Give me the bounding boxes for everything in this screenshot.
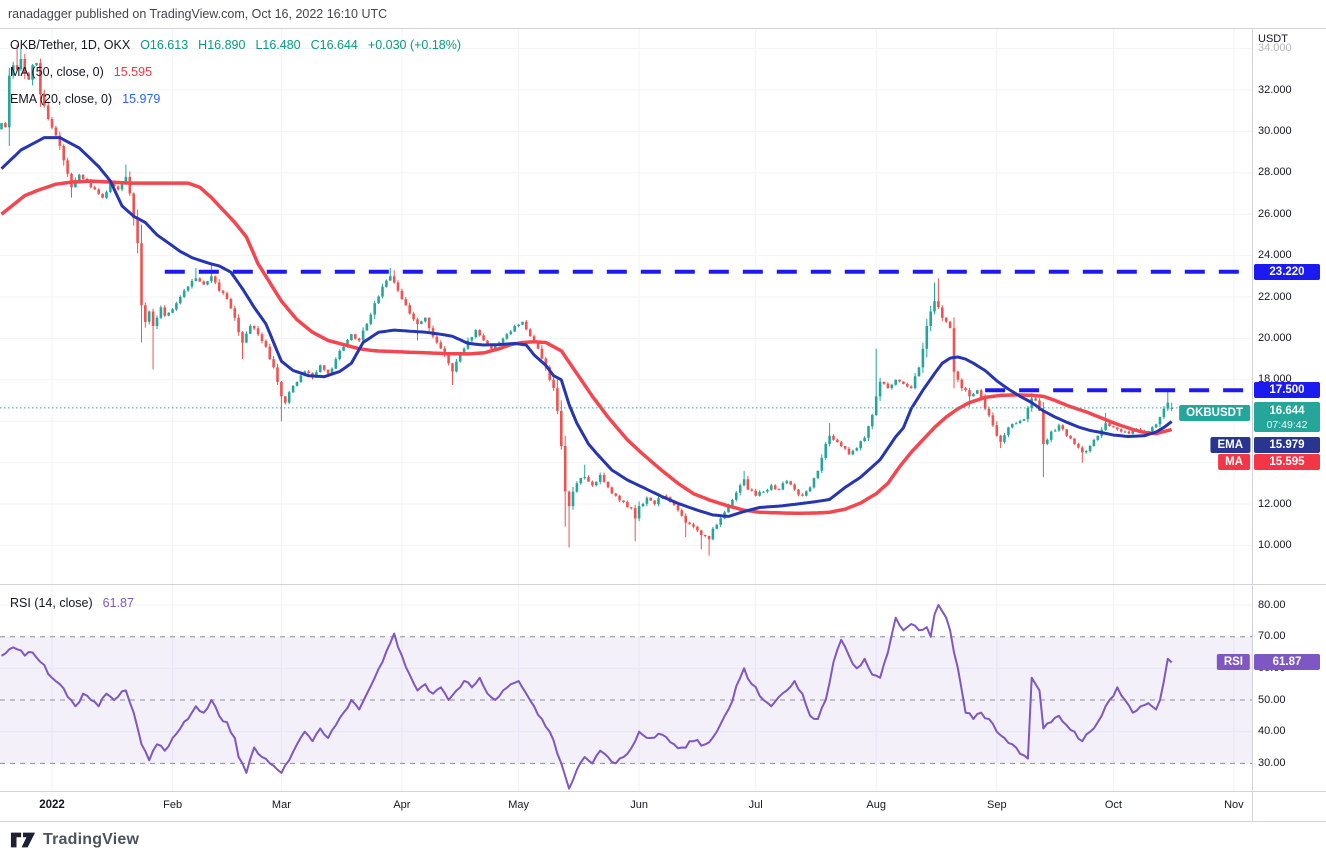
symbol-title: OKB/Tether, 1D, OKX: [10, 38, 130, 52]
ohlc-open: O16.613: [140, 38, 188, 52]
price-tick: 26.000: [1258, 208, 1292, 221]
rsi-name-tag: RSI: [1217, 654, 1250, 670]
symbol-legend[interactable]: OKB/Tether, 1D, OKX O16.613 H16.890 L16.480…: [10, 38, 461, 52]
price-tick: 22.000: [1258, 291, 1292, 304]
resistance-price-tag-17500: 17.500: [1254, 382, 1320, 398]
rsi-label: RSI (14, close): [10, 596, 93, 610]
ma-label: MA (50, close, 0): [10, 65, 104, 79]
price-tick: 32.000: [1258, 84, 1292, 97]
time-tick-Mar: Mar: [272, 799, 291, 811]
time-tick-Oct: Oct: [1105, 799, 1122, 811]
ohlc-low: L16.480: [255, 38, 300, 52]
time-tick-May: May: [508, 799, 529, 811]
price-tick: 28.000: [1258, 166, 1292, 179]
tradingview-published-chart: ranadagger published on TradingView.com,…: [0, 0, 1326, 857]
price-tick: 12.000: [1258, 498, 1292, 511]
ma-price-tag: 15.595: [1254, 454, 1320, 470]
resistance-price-tag-23220: 23.220: [1254, 264, 1320, 280]
ema-value: 15.979: [122, 92, 160, 106]
rsi-tick: 40.00: [1258, 725, 1286, 738]
rsi-tick: 30.00: [1258, 757, 1286, 770]
time-tick-2022: 2022: [39, 799, 65, 811]
symbol-name-tag: OKBUSDT: [1179, 405, 1250, 421]
price-tick: 24.000: [1258, 249, 1292, 262]
ma50-line[interactable]: [2, 181, 1172, 513]
footer: TradingView: [10, 828, 139, 852]
current-price-tag: 16.644 07:49:42: [1254, 402, 1320, 432]
rsi-value-tag: 61.87: [1254, 654, 1320, 670]
current-price-value: 16.644: [1269, 405, 1304, 417]
time-tick-Apr: Apr: [393, 799, 410, 811]
price-tick: 30.000: [1258, 125, 1292, 138]
tradingview-logo-icon[interactable]: [10, 829, 36, 851]
time-tick-Aug: Aug: [866, 799, 886, 811]
rsi-legend[interactable]: RSI (14, close) 61.87: [10, 596, 134, 610]
ema-name-tag: EMA: [1210, 437, 1250, 453]
brand-wordmark[interactable]: TradingView: [43, 831, 139, 849]
time-tick-Jun: Jun: [630, 799, 648, 811]
ema-price-tag: 15.979: [1254, 437, 1320, 453]
price-tick: 10.000: [1258, 539, 1292, 552]
ema20-line[interactable]: [2, 138, 1172, 517]
time-tick-Nov: Nov: [1224, 799, 1244, 811]
ohlc-high: H16.890: [198, 38, 245, 52]
time-tick-Jul: Jul: [749, 799, 763, 811]
ema-label: EMA (20, close, 0): [10, 92, 112, 106]
price-tick: 34.000: [1258, 42, 1292, 55]
chart-canvas[interactable]: [0, 0, 1326, 857]
price-tick: 20.000: [1258, 332, 1292, 345]
change-value: +0.030 (+0.18%): [368, 38, 461, 52]
rsi-tick: 50.00: [1258, 694, 1286, 707]
rsi-tick: 70.00: [1258, 630, 1286, 643]
rsi-tick: 80.00: [1258, 599, 1286, 612]
ema-legend[interactable]: EMA (20, close, 0) 15.979: [10, 92, 160, 106]
rsi-value: 61.87: [103, 596, 134, 610]
time-tick-Feb: Feb: [163, 799, 182, 811]
time-tick-Sep: Sep: [987, 799, 1007, 811]
ma-legend[interactable]: MA (50, close, 0) 15.595: [10, 65, 152, 79]
ohlc-close: C16.644: [311, 38, 358, 52]
ma-value: 15.595: [114, 65, 152, 79]
ma-name-tag: MA: [1218, 454, 1250, 470]
candle-countdown: 07:49:42: [1267, 419, 1308, 431]
